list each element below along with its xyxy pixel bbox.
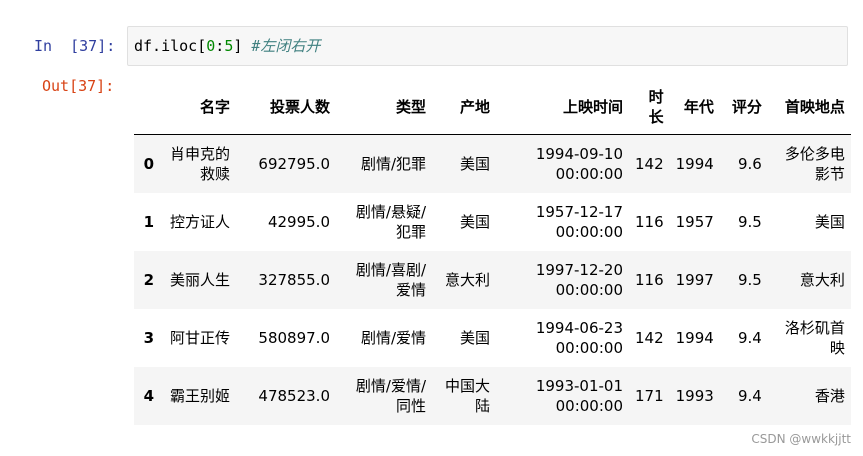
table-cell: 肖申克的救赎 (169, 144, 230, 183)
dataframe-table: 名字 投票人数 类型 产地 上映时间 时长 年代 评分 首映地点 0 肖申克的救… (134, 80, 851, 425)
column-header: 名字 (160, 80, 236, 135)
table-row: 1 控方证人 42995.0 剧情/悬疑/犯罪 美国 1957-12-17 00… (134, 193, 851, 251)
table-cell: 美国 (814, 212, 845, 231)
table-cell: 剧情/爱情 (360, 328, 426, 347)
table-cell: 1993-01-01 00:00:00 (535, 376, 623, 415)
table-cell: 327855.0 (258, 270, 330, 289)
column-header: 首映地点 (767, 80, 851, 135)
column-header: 上映时间 (496, 80, 629, 135)
table-cell: 美丽人生 (169, 270, 230, 289)
table-cell: 美国 (459, 212, 490, 231)
code-comment: #左闭右开 (251, 37, 321, 55)
table-cell: 剧情/悬疑/犯罪 (355, 202, 426, 241)
table-cell: 意大利 (799, 270, 845, 289)
watermark: CSDN @wwkkjjtt (751, 432, 851, 446)
table-cell: 多伦多电影节 (784, 144, 845, 183)
table-cell: 美国 (459, 328, 490, 347)
column-header (134, 80, 160, 135)
column-header: 类型 (336, 80, 432, 135)
table-cell: 142 (635, 154, 664, 173)
table-cell: 中国大陆 (444, 376, 490, 415)
row-index: 3 (143, 328, 154, 347)
table-cell: 霸王别姬 (169, 386, 230, 405)
table-cell: 9.4 (737, 386, 762, 405)
table-cell: 香港 (814, 386, 845, 405)
table-cell: 171 (635, 386, 664, 405)
table-cell: 116 (635, 212, 664, 231)
table-cell: 116 (635, 270, 664, 289)
row-index: 2 (143, 270, 154, 289)
code-text: df.iloc[ (134, 37, 207, 55)
column-header: 产地 (432, 80, 496, 135)
table-header-row: 名字 投票人数 类型 产地 上映时间 时长 年代 评分 首映地点 (134, 80, 851, 135)
table-cell: 意大利 (444, 270, 490, 289)
code-number: 5 (224, 37, 234, 55)
column-header: 投票人数 (236, 80, 336, 135)
table-cell: 剧情/爱情/同性 (355, 376, 426, 415)
table-cell: 1957-12-17 00:00:00 (535, 202, 623, 241)
row-index: 4 (143, 386, 154, 405)
table-cell: 洛杉矶首映 (784, 318, 845, 357)
table-cell: 692795.0 (258, 154, 330, 173)
table-cell: 1993 (675, 386, 714, 405)
table-cell: 478523.0 (258, 386, 330, 405)
column-header: 时长 (629, 80, 670, 135)
row-index: 0 (143, 154, 154, 173)
table-cell: 142 (635, 328, 664, 347)
table-cell: 9.5 (737, 270, 762, 289)
table-row: 2 美丽人生 327855.0 剧情/喜剧/爱情 意大利 1997-12-20 … (134, 250, 851, 309)
table-row: 3 阿甘正传 580897.0 剧情/爱情 美国 1994-06-23 00:0… (134, 309, 851, 367)
code-input-cell[interactable]: df.iloc[0:5] #左闭右开 (127, 26, 848, 66)
column-header: 评分 (719, 80, 768, 135)
table-cell: 1994 (675, 328, 714, 347)
table-cell: 1994-09-10 00:00:00 (535, 144, 623, 183)
table-row: 4 霸王别姬 478523.0 剧情/爱情/同性 中国大陆 1993-01-01… (134, 366, 851, 425)
code-text: : (215, 37, 225, 55)
table-cell: 9.6 (737, 154, 762, 173)
code-text: ] (233, 37, 252, 55)
table-cell: 1997 (675, 270, 714, 289)
table-cell: 9.5 (737, 212, 762, 231)
table-row: 0 肖申克的救赎 692795.0 剧情/犯罪 美国 1994-09-10 00… (134, 134, 851, 193)
table-cell: 控方证人 (169, 212, 230, 231)
table-cell: 1994 (675, 154, 714, 173)
code-line[interactable]: df.iloc[0:5] #左闭右开 (134, 37, 320, 55)
table-cell: 580897.0 (258, 328, 330, 347)
table-cell: 1994-06-23 00:00:00 (535, 318, 623, 357)
column-header: 年代 (669, 80, 720, 135)
table-cell: 剧情/喜剧/爱情 (355, 260, 426, 299)
code-number: 0 (206, 37, 216, 55)
table-cell: 阿甘正传 (169, 328, 230, 347)
table-cell: 9.4 (737, 328, 762, 347)
table-cell: 剧情/犯罪 (360, 154, 426, 173)
output-prompt: Out[37]: (42, 77, 115, 95)
table-cell: 1957 (675, 212, 714, 231)
row-index: 1 (143, 212, 154, 231)
table-cell: 美国 (459, 154, 490, 173)
table-cell: 1997-12-20 00:00:00 (535, 260, 623, 299)
table-cell: 42995.0 (267, 212, 330, 231)
input-prompt: In [37]: (34, 37, 116, 55)
